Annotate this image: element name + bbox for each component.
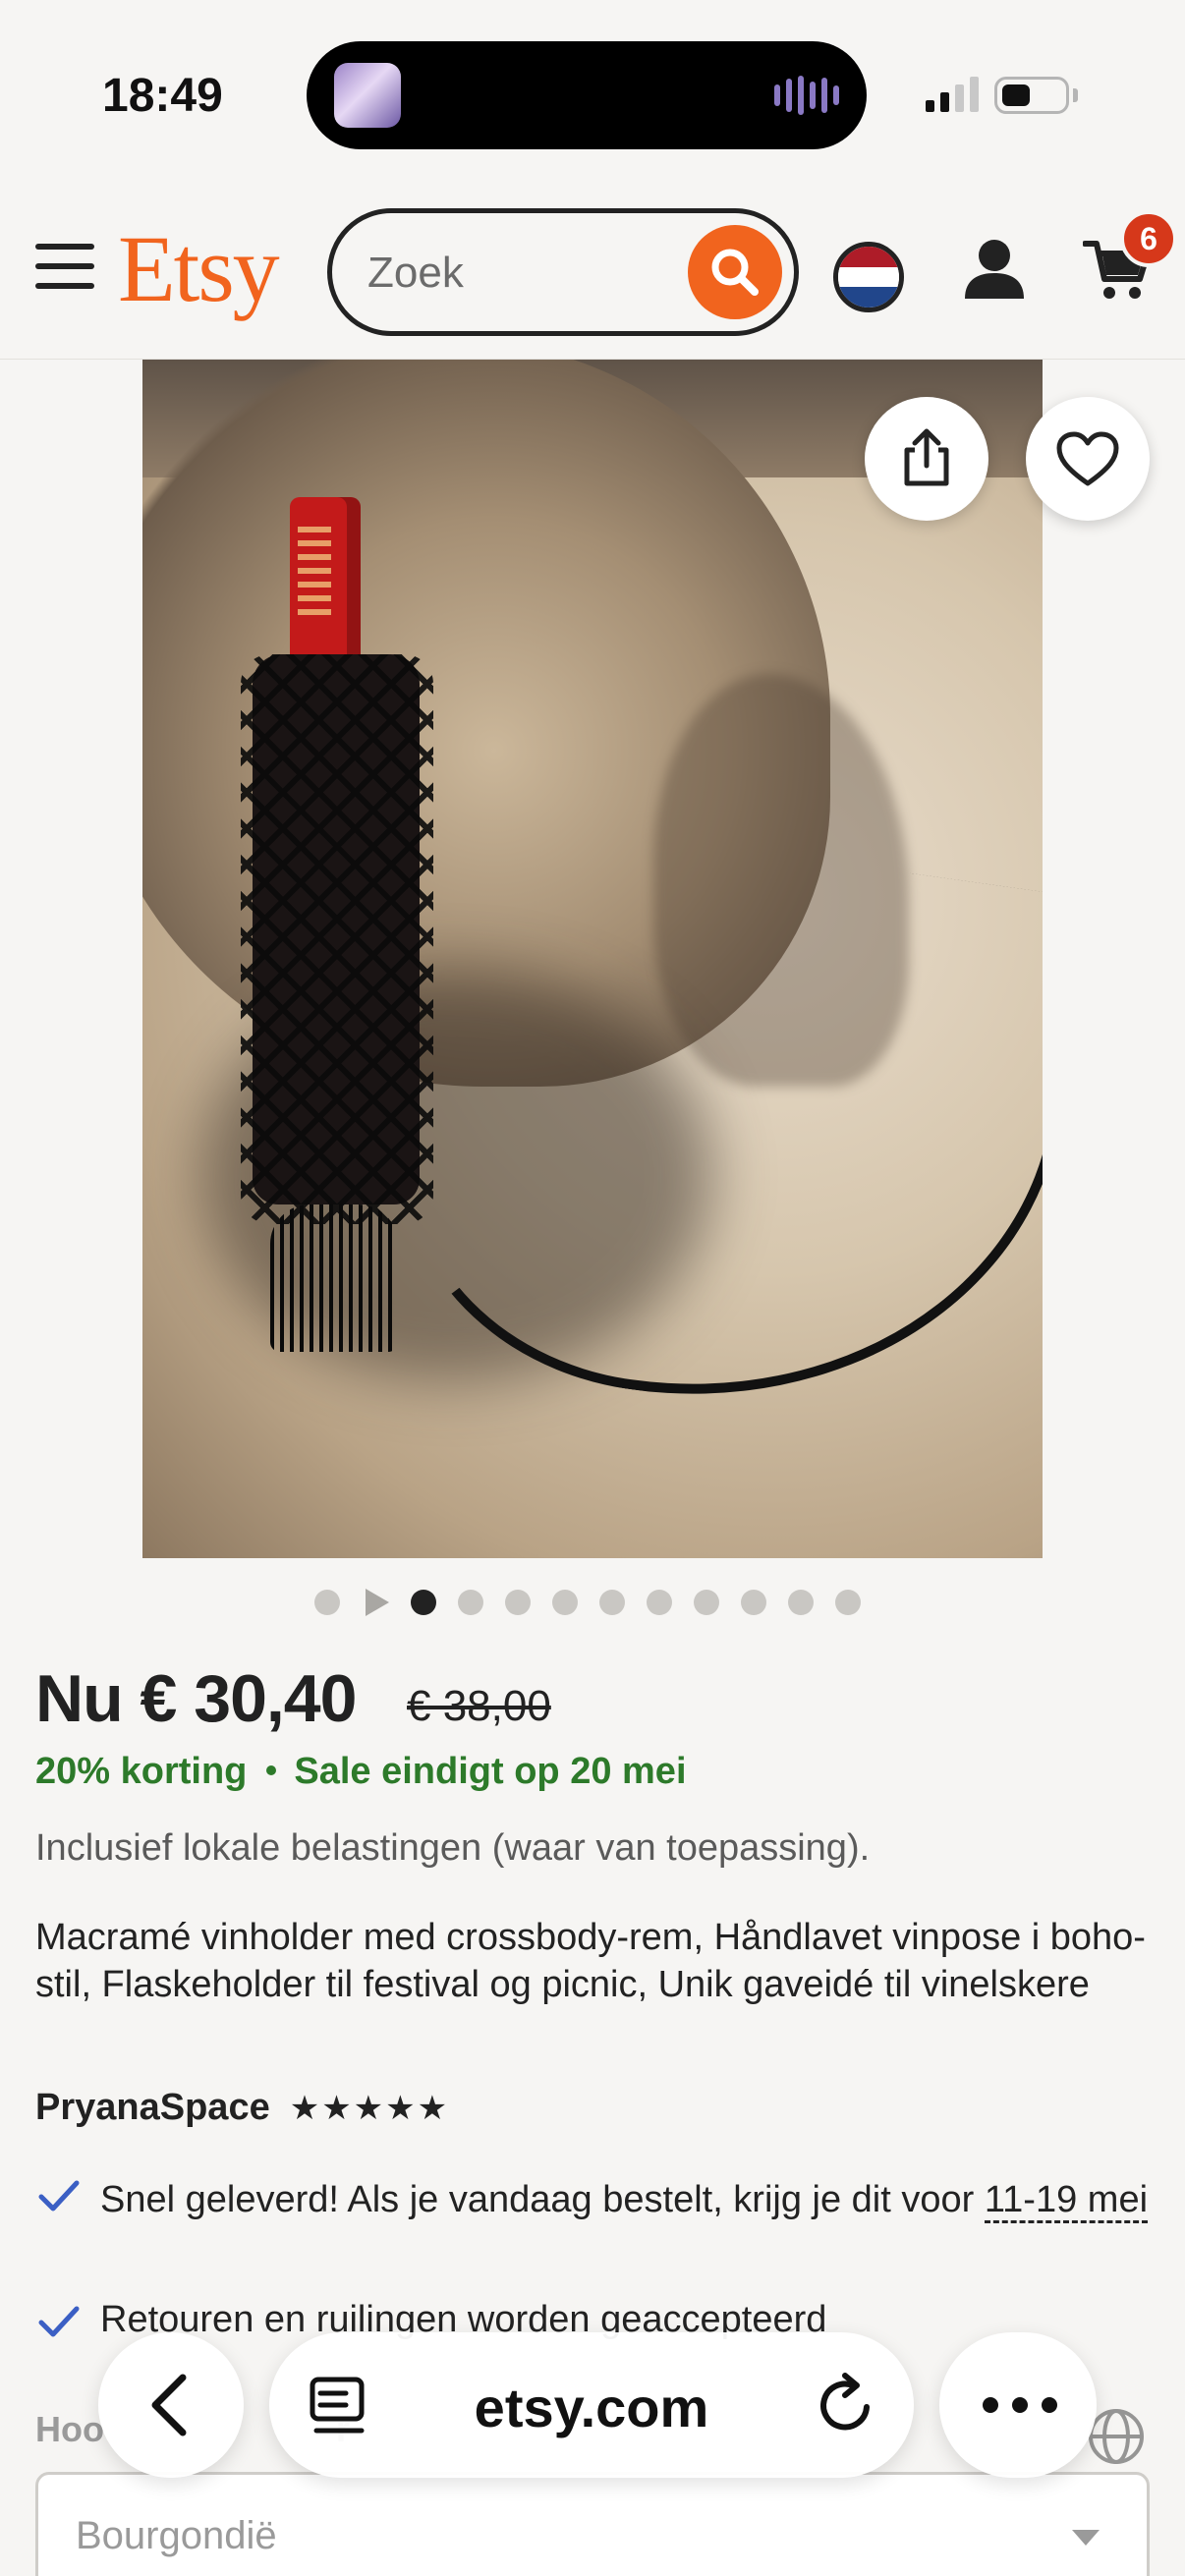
- video-play-icon[interactable]: [366, 1589, 389, 1616]
- image-carousel-dots[interactable]: [314, 1586, 861, 1619]
- current-price: Nu € 30,40: [35, 1661, 357, 1736]
- destination-select[interactable]: Bourgondië: [35, 2472, 1150, 2576]
- more-options-button[interactable]: [939, 2332, 1097, 2478]
- destination-value: Bourgondië: [76, 2514, 277, 2557]
- battery-icon: [994, 77, 1069, 114]
- carousel-dot[interactable]: [788, 1590, 814, 1615]
- shop-row[interactable]: PryanaSpace ★★★★★: [35, 2087, 449, 2129]
- carousel-dot[interactable]: [552, 1590, 578, 1615]
- original-price: € 38,00: [407, 1682, 551, 1730]
- dynamic-island[interactable]: [307, 41, 867, 149]
- share-button[interactable]: [865, 397, 988, 521]
- back-button[interactable]: [98, 2332, 244, 2478]
- more-icon: [983, 2397, 1057, 2413]
- delivery-dates[interactable]: 11-19 mei: [984, 2179, 1149, 2223]
- audio-waveform-icon: [774, 76, 839, 115]
- star-rating[interactable]: ★★★★★: [290, 2089, 449, 2128]
- shop-name[interactable]: PryanaSpace: [35, 2087, 270, 2129]
- cellular-signal-icon: [926, 75, 979, 112]
- search-bar[interactable]: [327, 208, 799, 336]
- discount-info: 20% korting Sale eindigt op 20 mei: [35, 1751, 687, 1793]
- flag-netherlands-icon[interactable]: [833, 242, 904, 312]
- delivery-text: Snel geleverd! Als je vandaag bestelt, k…: [100, 2179, 985, 2220]
- tax-note: Inclusief lokale belastingen (waar van t…: [35, 1827, 871, 1869]
- delivery-perk: Snel geleverd! Als je vandaag bestelt, k…: [35, 2173, 1156, 2226]
- cart-count-badge: 6: [1120, 210, 1177, 267]
- menu-icon[interactable]: [35, 244, 94, 289]
- status-time: 18:49: [102, 70, 223, 122]
- search-input[interactable]: [367, 247, 662, 300]
- carousel-dot-active[interactable]: [411, 1590, 436, 1615]
- bullet-separator: [266, 1764, 277, 1775]
- heart-icon: [1056, 431, 1119, 486]
- carousel-dot[interactable]: [835, 1590, 861, 1615]
- sale-end-date: Sale eindigt op 20 mei: [294, 1751, 687, 1792]
- favorite-button[interactable]: [1026, 397, 1150, 521]
- address-bar[interactable]: etsy.com: [269, 2332, 914, 2478]
- carousel-dot[interactable]: [458, 1590, 483, 1615]
- chevron-down-icon: [1072, 2530, 1100, 2546]
- status-bar: 18:49: [0, 0, 1185, 187]
- site-header: Etsy 6: [0, 187, 1185, 360]
- battery-nub: [1073, 88, 1078, 102]
- product-image[interactable]: [142, 360, 1043, 1558]
- reload-icon[interactable]: [818, 2372, 878, 2436]
- carousel-dot[interactable]: [647, 1590, 672, 1615]
- account-icon[interactable]: [963, 238, 1026, 303]
- carousel-dot[interactable]: [694, 1590, 719, 1615]
- carousel-dot[interactable]: [314, 1590, 340, 1615]
- check-icon: [38, 2180, 80, 2212]
- carousel-dot[interactable]: [505, 1590, 531, 1615]
- share-icon: [904, 428, 949, 486]
- chevron-left-icon: [151, 2374, 187, 2436]
- now-playing-artwork: [334, 63, 401, 128]
- search-button[interactable]: [688, 225, 782, 319]
- search-icon: [711, 249, 759, 296]
- etsy-logo[interactable]: Etsy: [118, 222, 280, 316]
- check-icon: [38, 2306, 80, 2337]
- discount-percent: 20% korting: [35, 1751, 248, 1792]
- carousel-dot[interactable]: [599, 1590, 625, 1615]
- carousel-dot[interactable]: [741, 1590, 766, 1615]
- product-title: Macramé vinholder med crossbody-rem, Hån…: [35, 1917, 1146, 2005]
